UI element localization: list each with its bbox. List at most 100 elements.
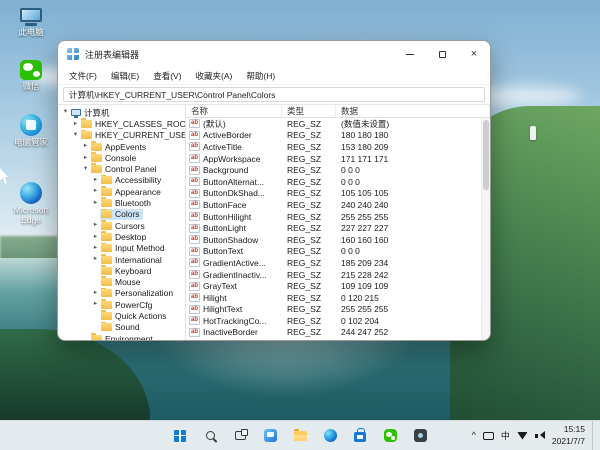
value-row-hilighttext[interactable]: abHilightTextREG_SZ255 255 255: [186, 304, 490, 316]
tray-expand-chevron-icon[interactable]: ^: [472, 431, 476, 440]
column-header-1[interactable]: 名称: [186, 105, 282, 117]
column-header-3[interactable]: 数据: [336, 105, 490, 117]
maximize-button[interactable]: [426, 41, 458, 67]
minimize-button[interactable]: [394, 41, 426, 67]
desktop-icon-pc-manager[interactable]: 电脑管家: [5, 114, 57, 148]
tree-item-bluetooth[interactable]: ▸Bluetooth: [58, 197, 185, 208]
desktop-icon-edge[interactable]: Microsoft Edge: [5, 182, 57, 226]
tree-item-keyboard[interactable]: Keyboard: [58, 265, 185, 276]
expand-icon[interactable]: ▸: [81, 155, 90, 162]
app-icon: [414, 429, 427, 442]
title-bar[interactable]: 注册表编辑器 ×: [58, 41, 490, 67]
folder-icon: [101, 278, 112, 286]
collapse-icon[interactable]: ▾: [61, 109, 70, 116]
display-icon[interactable]: [483, 432, 494, 440]
start-button[interactable]: [168, 424, 192, 448]
expand-icon[interactable]: ▸: [91, 234, 100, 241]
tree-item-international[interactable]: ▸International: [58, 254, 185, 265]
menu-item-2[interactable]: 编辑(E): [104, 70, 146, 82]
show-desktop-button[interactable]: [592, 421, 595, 450]
tree-item-personalization[interactable]: ▸Personalization: [58, 288, 185, 299]
value-row-buttonalternat[interactable]: abButtonAlternat...REG_SZ0 0 0: [186, 176, 490, 188]
file-explorer-button[interactable]: [288, 424, 312, 448]
reg-sz-icon: ab: [189, 154, 200, 163]
expand-icon[interactable]: ▸: [91, 256, 100, 263]
desktop-icon-wechat[interactable]: 微信: [5, 60, 57, 92]
tree-item-input-method[interactable]: ▸Input Method: [58, 243, 185, 254]
tree-item-console[interactable]: ▸Console: [58, 152, 185, 163]
list-scrollbar[interactable]: [481, 118, 490, 340]
task-view-button[interactable]: [228, 424, 252, 448]
wechat-button[interactable]: [378, 424, 402, 448]
volume-icon[interactable]: [535, 431, 545, 440]
value-row-hottrackingco[interactable]: abHotTrackingCo...REG_SZ0 102 204: [186, 315, 490, 327]
tree-item-hkey-current-user[interactable]: ▾HKEY_CURRENT_USER: [58, 130, 185, 141]
menu-item-1[interactable]: 文件(F): [62, 70, 104, 82]
value-row-gradientactive[interactable]: abGradientActive...REG_SZ185 209 234: [186, 257, 490, 269]
value-row-activetitle[interactable]: abActiveTitleREG_SZ153 180 209: [186, 141, 490, 153]
value-row-buttondkshad[interactable]: abButtonDkShad...REG_SZ105 105 105: [186, 188, 490, 200]
value-row-graytext[interactable]: abGrayTextREG_SZ109 109 109: [186, 280, 490, 292]
tree-item-quick-actions[interactable]: Quick Actions: [58, 310, 185, 321]
value-row-activeborder[interactable]: abActiveBorderREG_SZ180 180 180: [186, 130, 490, 142]
expand-icon[interactable]: ▸: [91, 188, 100, 195]
expand-icon[interactable]: ▸: [91, 245, 100, 252]
value-row-gradientinactiv[interactable]: abGradientInactiv...REG_SZ215 228 242: [186, 269, 490, 281]
expand-icon[interactable]: ▸: [91, 222, 100, 229]
collapse-icon[interactable]: ▾: [71, 132, 80, 139]
tree-item-mouse[interactable]: Mouse: [58, 276, 185, 287]
value-name-cell: abInactiveBorder: [186, 327, 282, 337]
tree-item-hkey-classes-root[interactable]: ▸HKEY_CLASSES_ROOT: [58, 118, 185, 129]
tree-item-desktop[interactable]: ▸Desktop: [58, 231, 185, 242]
search-button[interactable]: [198, 424, 222, 448]
value-data-cell: 105 105 105: [336, 188, 490, 198]
scrollbar-thumb[interactable]: [483, 120, 489, 190]
network-icon[interactable]: [517, 432, 528, 440]
value-name-cell: abActiveTitle: [186, 142, 282, 152]
tree-item-cursors[interactable]: ▸Cursors: [58, 220, 185, 231]
expand-icon[interactable]: ▸: [81, 143, 90, 150]
menu-item-5[interactable]: 帮助(H): [239, 70, 282, 82]
expand-icon[interactable]: ▸: [91, 177, 100, 184]
value-row-buttontext[interactable]: abButtonTextREG_SZ0 0 0: [186, 246, 490, 258]
expand-icon[interactable]: ▸: [91, 200, 100, 207]
column-header-2[interactable]: 类型: [282, 105, 336, 117]
close-button[interactable]: ×: [458, 41, 490, 67]
wallpaper-lighthouse: [530, 126, 536, 140]
window-controls: ×: [394, 41, 490, 67]
tree-item-control-panel[interactable]: ▾Control Panel: [58, 163, 185, 174]
tree-item-accessibility[interactable]: ▸Accessibility: [58, 175, 185, 186]
value-row-row-0[interactable]: ab(默认)REG_SZ(数值未设置): [186, 118, 490, 130]
value-row-inactiveborder[interactable]: abInactiveBorderREG_SZ244 247 252: [186, 327, 490, 339]
value-row-background[interactable]: abBackgroundREG_SZ0 0 0: [186, 164, 490, 176]
tree-item-row-0[interactable]: ▾计算机: [58, 107, 185, 118]
tree-item-environment[interactable]: Environment: [58, 333, 185, 340]
address-bar-input[interactable]: 计算机\HKEY_CURRENT_USER\Control Panel\Colo…: [63, 87, 485, 102]
tree-item-appevents[interactable]: ▸AppEvents: [58, 141, 185, 152]
ime-indicator[interactable]: 中: [501, 429, 510, 442]
value-name-cell: abHotTrackingCo...: [186, 316, 282, 326]
app-button[interactable]: [408, 424, 432, 448]
menu-item-3[interactable]: 查看(V): [146, 70, 188, 82]
expand-icon[interactable]: ▸: [91, 290, 100, 297]
store-button[interactable]: [348, 424, 372, 448]
desktop-icon-this-pc[interactable]: 此电脑: [5, 8, 57, 38]
value-row-buttonface[interactable]: abButtonFaceREG_SZ240 240 240: [186, 199, 490, 211]
value-row-hilight[interactable]: abHilightREG_SZ0 120 215: [186, 292, 490, 304]
folder-icon: [101, 222, 112, 230]
edge-button[interactable]: [318, 424, 342, 448]
tree-item-sound[interactable]: Sound: [58, 322, 185, 333]
widgets-button[interactable]: [258, 424, 282, 448]
tree-item-powercfg[interactable]: ▸PowerCfg: [58, 299, 185, 310]
menu-item-4[interactable]: 收藏夹(A): [189, 70, 240, 82]
tree-item-colors[interactable]: Colors: [58, 209, 185, 220]
expand-icon[interactable]: ▸: [91, 301, 100, 308]
value-row-buttonlight[interactable]: abButtonLightREG_SZ227 227 227: [186, 222, 490, 234]
tree-item-appearance[interactable]: ▸Appearance: [58, 186, 185, 197]
collapse-icon[interactable]: ▾: [81, 166, 90, 173]
value-row-buttonhilight[interactable]: abButtonHilightREG_SZ255 255 255: [186, 211, 490, 223]
value-row-appworkspace[interactable]: abAppWorkspaceREG_SZ171 171 171: [186, 153, 490, 165]
expand-icon[interactable]: ▸: [71, 121, 80, 128]
value-row-buttonshadow[interactable]: abButtonShadowREG_SZ160 160 160: [186, 234, 490, 246]
clock[interactable]: 15:15 2021/7/7: [552, 424, 585, 446]
